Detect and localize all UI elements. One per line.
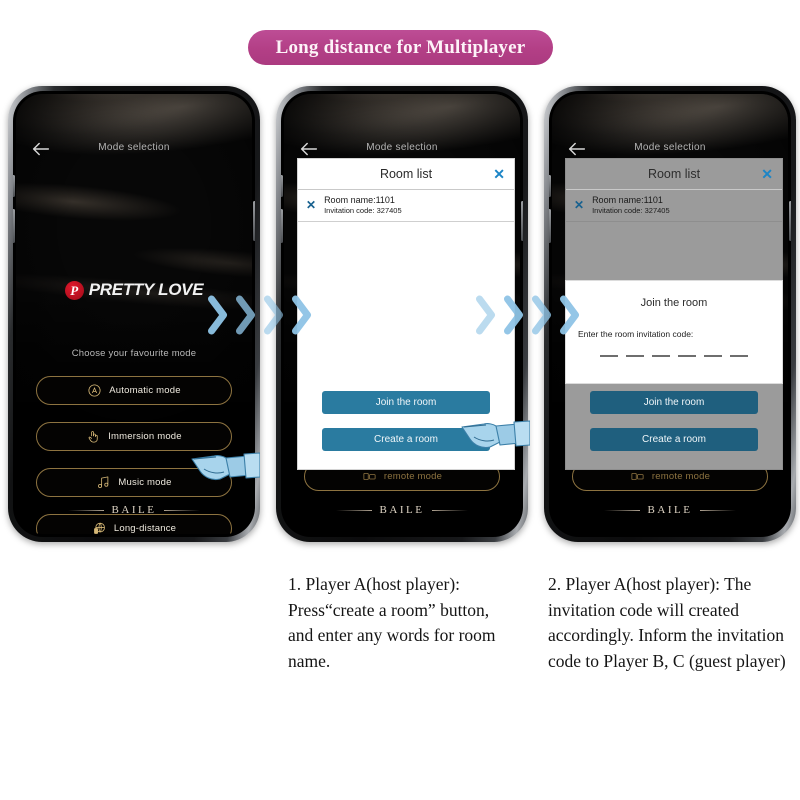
code-digit-slot[interactable] [626,355,644,357]
room-name: Room name:1101 [324,195,395,205]
globe-icon [92,521,107,534]
room-list-item[interactable]: ✕ Room name:1101 Invitation code: 327405 [566,190,782,222]
mode-label: Automatic mode [109,385,181,396]
caption-step-1: 1. Player A(host player): Press“create a… [288,574,496,672]
code-digit-slot[interactable] [730,355,748,357]
page-title: Mode selection [366,142,438,153]
phone-screen-3: Mode selection remote mode BAILE Room li… [552,94,788,534]
mode-label: remote mode [383,471,443,482]
dialog-title: Room list [379,167,433,181]
room-meta: Room name:1101 Invitation code: 327405 [324,195,402,216]
create-a-room-button[interactable]: Create a room [590,428,758,451]
caption-step-2: 2. Player A(host player): The invitation… [548,574,786,672]
divider-right [700,509,737,511]
room-invitation-code: Invitation code: 327405 [324,206,402,216]
volume-up-button[interactable] [549,175,551,197]
letter-a-circle-icon [87,383,102,398]
phone-bezel: Mode selection remote mode BAILE Room li… [549,91,791,537]
join-room-sheet: Join the room Enter the room invitation … [565,280,783,384]
volume-down-button[interactable] [281,209,283,243]
close-x-icon[interactable]: ✕ [761,167,773,181]
chevron-right-icon [474,294,499,336]
power-button[interactable] [521,201,523,241]
chevron-right-icon [262,294,287,336]
mode-button-automatic[interactable]: Automatic mode [36,376,232,405]
mode-label: Music mode [118,477,172,488]
dialog-header: Room list ✕ [298,159,514,190]
code-digit-slot[interactable] [704,355,722,357]
volume-down-button[interactable] [13,209,15,243]
room-invitation-code: Invitation code: 327405 [592,206,670,216]
footer-brand: BAILE [552,504,788,516]
chevron-right-icon [206,294,231,336]
footer-brand-text: BAILE [647,504,693,516]
mode-label: Long-distance [113,523,177,534]
remove-x-icon[interactable]: ✕ [574,199,584,211]
mode-label: Immersion mode [108,431,182,442]
chevron-right-icon [530,294,555,336]
room-meta: Room name:1101 Invitation code: 327405 [592,195,670,216]
room-name: Room name:1101 [592,195,663,205]
code-digit-slot[interactable] [652,355,670,357]
power-button[interactable] [253,201,255,241]
footer-brand-text: BAILE [379,504,425,516]
invitation-code-input[interactable] [566,355,782,357]
power-button[interactable] [789,201,791,241]
join-room-title: Join the room [640,297,708,309]
divider-left [67,509,104,511]
page-title: Mode selection [98,142,170,153]
flow-arrows-1 [206,294,315,336]
code-digit-slot[interactable] [678,355,696,357]
divider-left [335,509,372,511]
brand-mark-icon: P [64,280,84,300]
close-x-icon[interactable]: ✕ [493,167,505,181]
remote-control-icon [630,469,645,484]
divider-right [164,509,201,511]
flow-arrows-2 [474,294,583,336]
volume-up-button[interactable] [281,175,283,197]
mode-label: remote mode [651,471,711,482]
brand-wordmark: PRETTY LOVE [88,280,204,299]
poster-root: Long distance for Multiplayer Mode selec… [0,0,800,800]
mode-button-long-distance[interactable]: Long-distance [36,514,232,534]
dialog-actions: Join the room Create a room [566,377,782,469]
hand-pointing-icon [86,429,101,444]
divider-left [603,509,640,511]
chevron-right-icon [502,294,527,336]
music-note-icon [96,475,111,490]
chevron-right-icon [558,294,583,336]
footer-brand: BAILE [16,504,252,516]
dialog-title: Room list [647,167,701,181]
dialog-header: Room list ✕ [566,159,782,190]
header-banner: Long distance for Multiplayer [248,30,553,65]
footer-brand-text: BAILE [111,504,157,516]
remote-control-icon [362,469,377,484]
divider-right [432,509,469,511]
page-title: Mode selection [634,142,706,153]
chevron-right-icon [234,294,259,336]
code-digit-slot[interactable] [600,355,618,357]
volume-up-button[interactable] [13,175,15,197]
footer-brand: BAILE [284,504,520,516]
pointing-hand-cursor-2 [460,400,530,462]
chevron-right-icon [290,294,315,336]
room-list-item[interactable]: ✕ Room name:1101 Invitation code: 327405 [298,190,514,222]
pointing-hand-cursor-1 [190,432,260,494]
join-the-room-button[interactable]: Join the room [590,391,758,414]
remove-x-icon[interactable]: ✕ [306,199,316,211]
banner-title: Long distance for Multiplayer [275,36,526,58]
invitation-code-label: Enter the room invitation code: [578,329,694,339]
volume-down-button[interactable] [549,209,551,243]
mode-subtitle: Choose your favourite mode [71,348,197,359]
